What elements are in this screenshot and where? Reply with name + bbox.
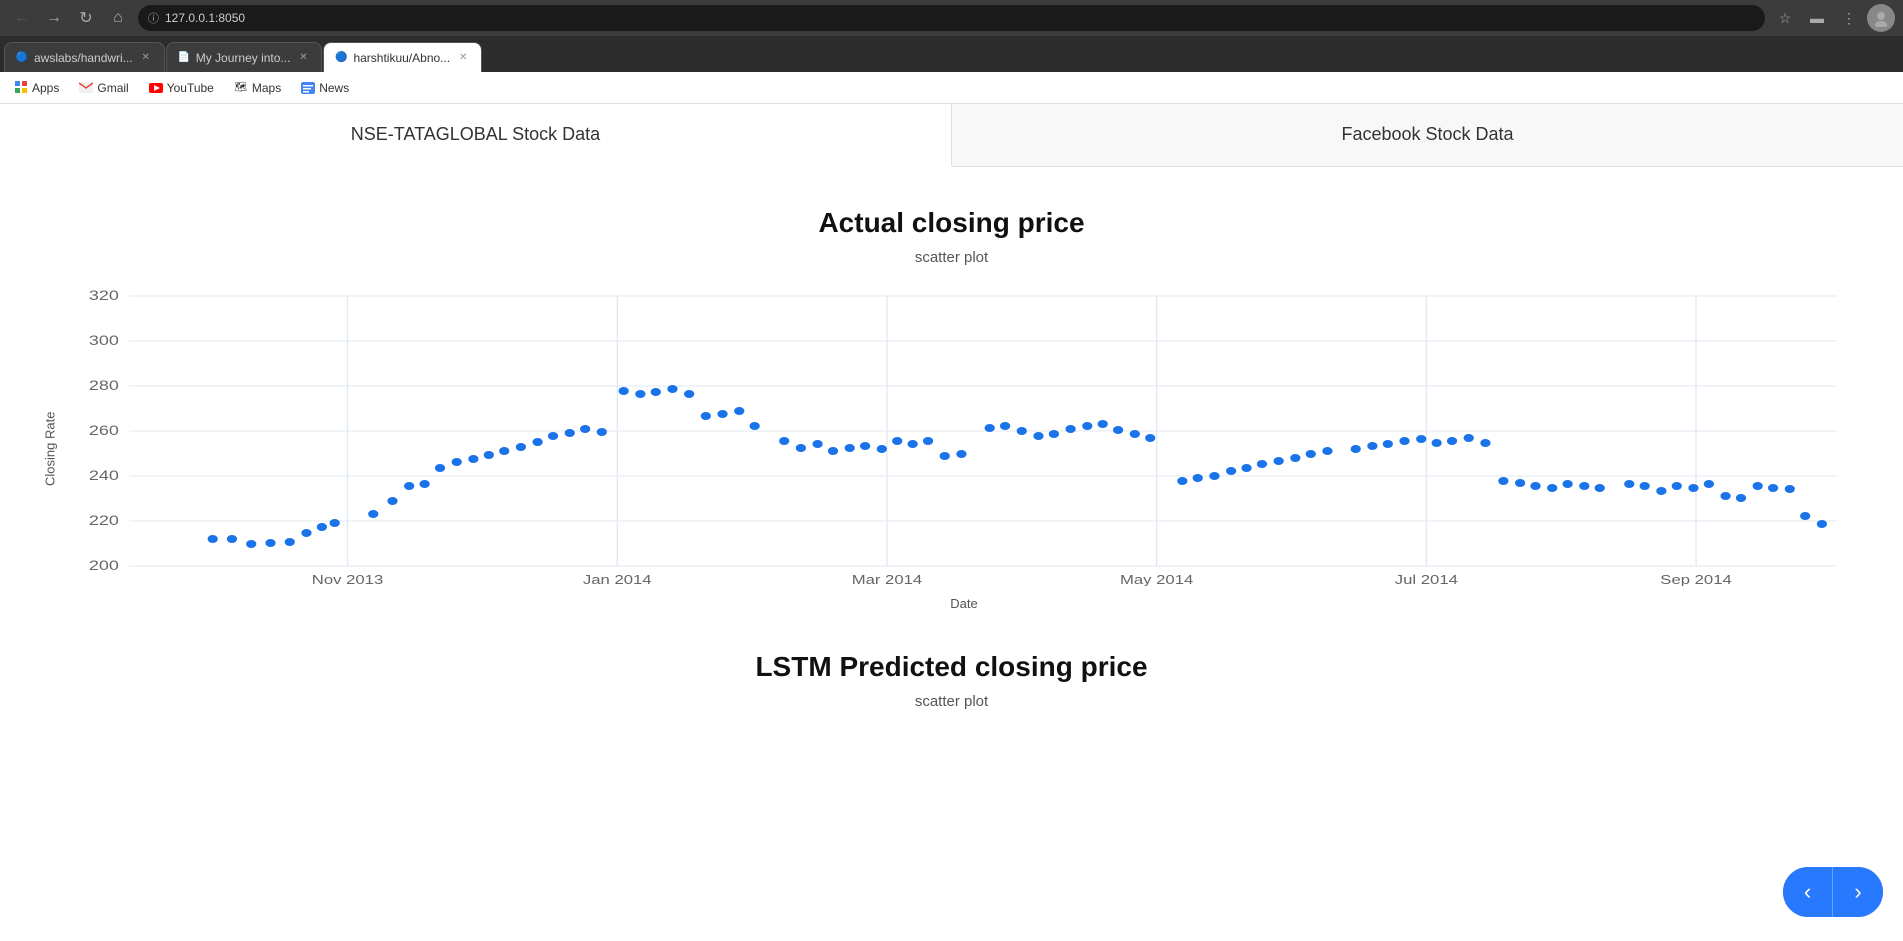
bookmark-gmail-label: Gmail	[97, 81, 128, 95]
tabs-bar: 🔵 awslabs/handwri... ✕ 📄 My Journey into…	[0, 36, 1903, 72]
reload-button[interactable]: ↻	[72, 4, 100, 32]
home-button[interactable]: ⌂	[104, 4, 132, 32]
section1-subtitle: scatter plot	[40, 249, 1863, 266]
nav-item-facebook-label: Facebook Stock Data	[1341, 124, 1513, 144]
nav-item-facebook[interactable]: Facebook Stock Data	[952, 104, 1903, 166]
news-favicon	[301, 81, 315, 95]
bookmark-apps[interactable]: Apps	[8, 78, 65, 98]
svg-text:Jul 2014: Jul 2014	[1395, 573, 1458, 586]
section2-subtitle: scatter plot	[40, 693, 1863, 710]
svg-text:240: 240	[89, 468, 119, 484]
browser-toolbar: ← → ↻ ⌂ ⓘ 127.0.0.1:8050 ☆ ▬ ⋮	[0, 0, 1903, 36]
svg-text:Sep 2014: Sep 2014	[1660, 573, 1731, 586]
forward-button[interactable]: →	[40, 4, 68, 32]
x-axis-label-1: Date	[65, 596, 1863, 611]
tab-favicon-myjourney: 📄	[177, 51, 191, 65]
tab-label-harshtikuu: harshtikuu/Abno...	[353, 51, 450, 65]
scatter-plot-svg: 320 300 280 260 240 220 200	[65, 286, 1863, 586]
lock-icon: ⓘ	[148, 10, 159, 26]
section1-title: Actual closing price	[40, 207, 1863, 239]
nav-item-nse[interactable]: NSE-TATAGLOBAL Stock Data	[0, 104, 952, 167]
tab-favicon-awslabs: 🔵	[15, 51, 29, 65]
bookmarks-bar: Apps Gmail YouTube 🗺 Maps News	[0, 72, 1903, 104]
tab-awslabs[interactable]: 🔵 awslabs/handwri... ✕	[4, 42, 165, 72]
nav-arrows: ‹ ›	[1783, 867, 1883, 917]
svg-text:300: 300	[89, 333, 119, 349]
address-bar[interactable]: ⓘ 127.0.0.1:8050	[138, 5, 1765, 31]
bookmark-youtube-label: YouTube	[167, 81, 214, 95]
page-content: NSE-TATAGLOBAL Stock Data Facebook Stock…	[0, 104, 1903, 941]
section2-title: LSTM Predicted closing price	[40, 651, 1863, 683]
chart-container-1: Closing Rate	[40, 286, 1863, 611]
main-content: Actual closing price scatter plot Closin…	[0, 167, 1903, 750]
url-text: 127.0.0.1:8050	[165, 11, 245, 25]
svg-text:Jan 2014: Jan 2014	[583, 573, 652, 586]
svg-text:320: 320	[89, 288, 119, 304]
svg-text:220: 220	[89, 513, 119, 529]
browser-chrome: ← → ↻ ⌂ ⓘ 127.0.0.1:8050 ☆ ▬ ⋮ 🔵 awslabs…	[0, 0, 1903, 72]
profile-avatar[interactable]	[1867, 4, 1895, 32]
bookmark-youtube[interactable]: YouTube	[143, 78, 220, 98]
nav-item-nse-label: NSE-TATAGLOBAL Stock Data	[351, 124, 600, 144]
tab-favicon-harshtikuu: 🔵	[334, 51, 348, 65]
gmail-favicon	[79, 81, 93, 95]
svg-text:Nov 2013: Nov 2013	[312, 573, 383, 586]
tab-close-awslabs[interactable]: ✕	[138, 50, 154, 66]
tab-label-awslabs: awslabs/handwri...	[34, 51, 133, 65]
menu-button[interactable]: ⋮	[1835, 4, 1863, 32]
bookmark-gmail[interactable]: Gmail	[73, 78, 134, 98]
maps-favicon: 🗺	[234, 81, 248, 95]
bookmark-star-button[interactable]: ☆	[1771, 4, 1799, 32]
chart-wrapper-1: Closing Rate	[40, 286, 1863, 611]
bookmark-news[interactable]: News	[295, 78, 355, 98]
bookmark-apps-label: Apps	[32, 81, 59, 95]
bookmark-news-label: News	[319, 81, 349, 95]
browser-actions: ☆ ▬ ⋮	[1771, 4, 1895, 32]
next-arrow-button[interactable]: ›	[1833, 867, 1883, 917]
lstm-section: LSTM Predicted closing price scatter plo…	[40, 651, 1863, 710]
tab-label-myjourney: My Journey into...	[196, 51, 291, 65]
youtube-favicon	[149, 81, 163, 95]
bookmark-maps-label: Maps	[252, 81, 281, 95]
tab-close-harshtikuu[interactable]: ✕	[455, 50, 471, 66]
svg-text:Mar 2014: Mar 2014	[852, 573, 922, 586]
nav-buttons: ← → ↻ ⌂	[8, 4, 132, 32]
tab-myjourney[interactable]: 📄 My Journey into... ✕	[166, 42, 323, 72]
back-button[interactable]: ←	[8, 4, 36, 32]
chart-area-1: 320 300 280 260 240 220 200	[65, 286, 1863, 611]
svg-text:200: 200	[89, 558, 119, 574]
tab-harshtikuu[interactable]: 🔵 harshtikuu/Abno... ✕	[323, 42, 482, 72]
apps-favicon	[14, 81, 28, 95]
y-axis-label-1: Closing Rate	[40, 286, 60, 611]
svg-text:280: 280	[89, 378, 119, 394]
stock-nav: NSE-TATAGLOBAL Stock Data Facebook Stock…	[0, 104, 1903, 167]
svg-text:260: 260	[89, 423, 119, 439]
tab-close-myjourney[interactable]: ✕	[295, 50, 311, 66]
svg-text:May 2014: May 2014	[1120, 573, 1193, 586]
prev-arrow-button[interactable]: ‹	[1783, 867, 1833, 917]
extensions-button[interactable]: ▬	[1803, 4, 1831, 32]
bookmark-maps[interactable]: 🗺 Maps	[228, 78, 287, 98]
